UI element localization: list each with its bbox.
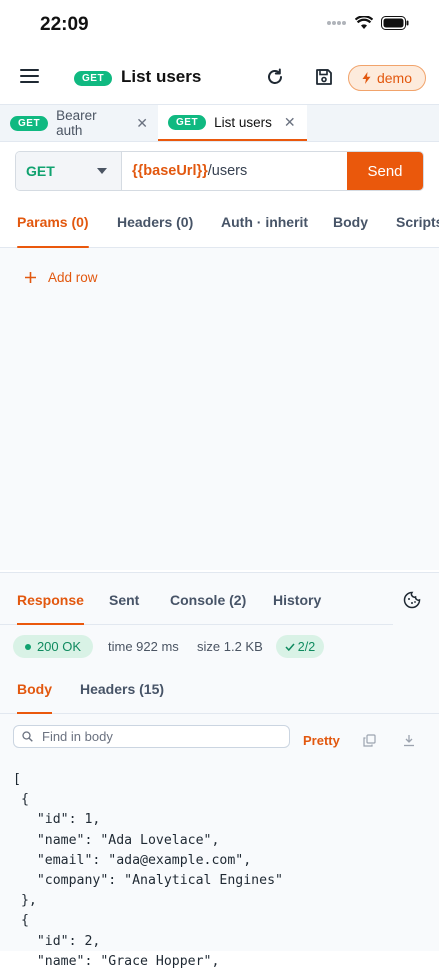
tab-scripts[interactable]: Scripts [396, 202, 439, 247]
find-in-body [13, 725, 290, 748]
url-variable: {{baseUrl}} [132, 163, 208, 179]
response-size: size 1.2 KB [197, 639, 263, 654]
refresh-button[interactable] [263, 65, 287, 89]
status-time: 22:09 [40, 14, 89, 35]
request-tab-strip: GET Bearer auth ✕ GET List users ✕ [0, 104, 439, 142]
tab-auth[interactable]: Auth · inherit [221, 202, 308, 247]
add-row-label: Add row [48, 270, 98, 285]
tab-list-users[interactable]: GET List users ✕ [158, 105, 307, 141]
tab-console[interactable]: Console (2) [170, 573, 246, 624]
params-panel [0, 248, 439, 570]
request-section-tabs: Params (0) Headers (0) Auth · inherit Bo… [0, 202, 439, 248]
page-title: List users [121, 67, 202, 86]
tab-response[interactable]: Response [17, 573, 84, 625]
tab-label: List users [214, 114, 272, 130]
format-toggle[interactable]: Pretty [303, 733, 340, 748]
tab-sent[interactable]: Sent [109, 573, 139, 624]
cookie-icon [403, 591, 421, 609]
status-dot [24, 643, 31, 650]
method-select[interactable]: GET [16, 152, 122, 190]
lightning-icon [362, 72, 371, 84]
method-label: GET [26, 163, 55, 179]
cookies-button[interactable] [400, 588, 424, 612]
download-button[interactable] [397, 728, 421, 752]
status-text: 200 OK [36, 639, 82, 654]
send-button[interactable]: Send [347, 152, 423, 190]
tab-history[interactable]: History [273, 573, 321, 624]
environment-badge[interactable]: demo [348, 65, 426, 91]
wifi-icon [355, 16, 373, 29]
menu-icon[interactable] [20, 69, 39, 83]
search-input[interactable] [42, 729, 272, 744]
tab-response-body[interactable]: Body [17, 669, 52, 714]
copy-icon [362, 733, 376, 747]
save-button[interactable] [312, 65, 336, 89]
tests-badge[interactable]: 2/2 [276, 635, 324, 658]
save-icon [316, 69, 332, 85]
tab-method-badge: GET [168, 114, 207, 130]
tab-body[interactable]: Body [333, 202, 368, 247]
response-time: time 922 ms [108, 639, 179, 654]
response-body: [ { "id": 1, "name": "Ada Lovelace", "em… [13, 772, 283, 969]
tests-count: 2/2 [297, 639, 316, 654]
add-row-button[interactable]: Add row [25, 270, 98, 285]
response-tabs: Response Sent Console (2) History [0, 573, 393, 625]
chevron-down-icon [97, 168, 107, 174]
check-icon [285, 643, 295, 651]
method-badge: GET [74, 71, 113, 86]
status-icons [327, 16, 409, 30]
response-body-tabs: Body Headers (15) [0, 669, 439, 714]
tab-response-headers[interactable]: Headers (15) [80, 669, 164, 713]
close-icon[interactable]: ✕ [284, 114, 296, 131]
url-path: /users [207, 163, 248, 179]
tab-method-badge: GET [10, 115, 49, 131]
status-badge: 200 OK [13, 635, 93, 658]
copy-button[interactable] [357, 728, 381, 752]
battery-icon [381, 16, 409, 30]
environment-label: demo [376, 70, 413, 86]
tab-headers[interactable]: Headers (0) [117, 202, 193, 247]
tab-label: Bearer auth [56, 108, 97, 138]
tab-params[interactable]: Params (0) [17, 202, 89, 248]
url-input[interactable]: {{baseUrl}}/users [122, 152, 347, 190]
url-bar: GET {{baseUrl}}/users Send [15, 151, 424, 191]
refresh-icon [268, 68, 282, 84]
search-icon [22, 731, 33, 742]
plus-icon [25, 272, 36, 283]
signal-icon [327, 21, 346, 25]
close-icon[interactable]: ✕ [136, 115, 148, 132]
tab-bearer-auth[interactable]: GET Bearer auth ✕ [0, 105, 158, 141]
download-icon [404, 734, 414, 746]
